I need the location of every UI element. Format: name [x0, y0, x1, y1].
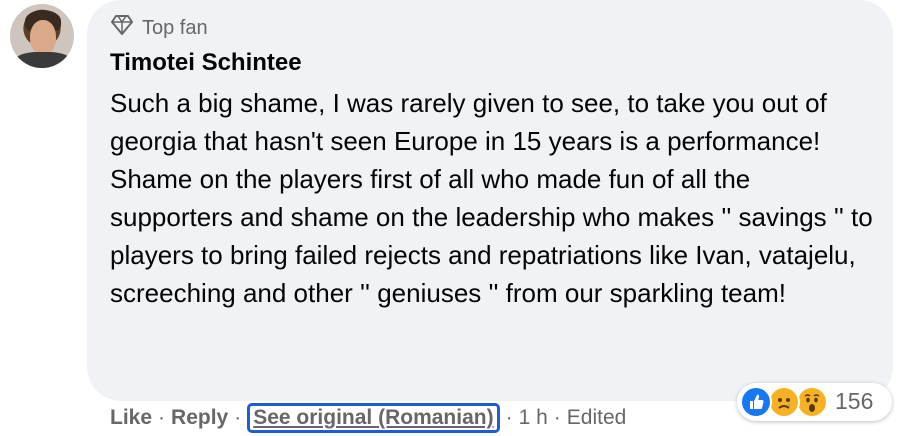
comment: Top fan Timotei Schintee Such a big sham… — [0, 0, 916, 436]
separator: · — [158, 406, 166, 429]
edited-label[interactable]: Edited — [567, 406, 627, 430]
like-button[interactable]: Like — [110, 406, 152, 430]
reactions-summary[interactable]: 156 — [737, 383, 892, 421]
separator: · — [234, 406, 242, 429]
like-icon — [740, 386, 772, 418]
comment-actions: Like · Reply · See original (Romanian) ·… — [110, 403, 626, 433]
author-name[interactable]: Timotei Schintee — [110, 49, 302, 77]
timestamp[interactable]: 1 h — [519, 406, 548, 430]
top-fan-badge[interactable]: Top fan — [110, 15, 208, 41]
comment-text: Such a big shame, I was rarely given to … — [110, 88, 873, 308]
reaction-count: 156 — [835, 388, 874, 414]
badge-label: Top fan — [142, 16, 208, 39]
reply-button[interactable]: Reply — [171, 406, 228, 430]
diamond-icon — [110, 14, 134, 42]
separator: · — [553, 406, 561, 429]
avatar-face — [30, 20, 56, 54]
sad-icon — [768, 386, 800, 418]
avatar-shirt — [14, 52, 72, 68]
separator: · — [505, 406, 513, 429]
see-original-link[interactable]: See original (Romanian) — [247, 403, 500, 433]
wow-icon — [796, 386, 828, 418]
avatar[interactable] — [10, 4, 74, 68]
